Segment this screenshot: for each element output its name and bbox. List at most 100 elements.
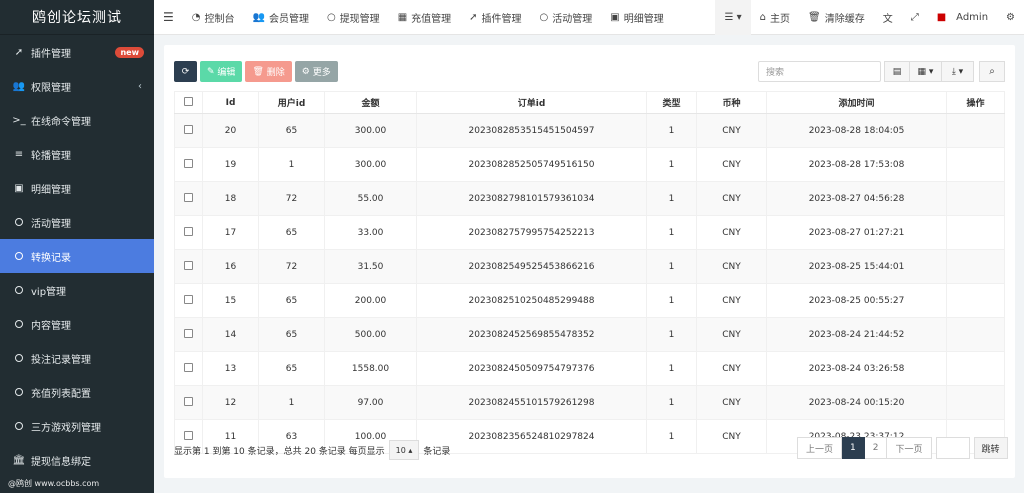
row-select-cell[interactable] bbox=[174, 181, 203, 216]
table-row[interactable]: 18 72 55.00 2023082798101579361034 1 CNY 2023-… bbox=[174, 181, 1005, 216]
cell-currency: CNY bbox=[696, 249, 767, 284]
search-button[interactable]: ⌕ bbox=[979, 61, 1005, 82]
next-page-button[interactable]: 下一页 bbox=[887, 437, 932, 459]
jump-button[interactable]: 跳转 bbox=[973, 437, 1008, 459]
refresh-button[interactable]: ⟳ bbox=[174, 61, 197, 82]
page-1-button[interactable]: 1 bbox=[842, 437, 865, 459]
col-id[interactable]: Id bbox=[202, 91, 259, 114]
col-currency[interactable]: 币种 bbox=[696, 91, 767, 114]
more-button[interactable]: ⚙ 更多 bbox=[294, 61, 338, 82]
sidebar-menu: ➚ 插件管理 new 👥 权限管理 ‹ >_ 在线命令管理 ≡ 轮播管理 ▣ 明细管理 活动管… bbox=[0, 35, 154, 477]
cell-order-id: 2023082757995754252213 bbox=[416, 215, 647, 250]
table-row[interactable]: 16 72 31.50 2023082549525453866216 1 CNY 2023-… bbox=[174, 249, 1005, 284]
sidebar-item-bets[interactable]: 投注记录管理 bbox=[0, 341, 154, 375]
row-select-cell[interactable] bbox=[174, 317, 203, 352]
language-button[interactable]: 文 bbox=[874, 0, 902, 35]
topbar-right: ☰ ▾ ⌂ 主页 🗑 清除缓存 文 ⤢ ■ Admin ⚙ bbox=[715, 0, 1024, 35]
columns-button[interactable]: ▦ ▾ bbox=[910, 61, 942, 82]
tab-plugins[interactable]: ➚ 插件管理 bbox=[460, 0, 530, 35]
export-button[interactable]: ⤓ ▾ bbox=[942, 61, 974, 82]
brand-title[interactable]: 鸥创论坛测试 bbox=[0, 0, 154, 35]
table-row[interactable]: 14 65 500.00 2023082452569855478352 1 CNY 2023… bbox=[174, 317, 1005, 352]
jump-page-input[interactable] bbox=[935, 437, 970, 459]
cell-type: 1 bbox=[646, 215, 697, 250]
table-row[interactable]: 19 1 300.00 2023082852505749516150 1 CNY 2023-… bbox=[174, 147, 1005, 182]
search-input[interactable]: 搜索 bbox=[758, 61, 881, 82]
sidebar-item-plugins[interactable]: ➚ 插件管理 new bbox=[0, 35, 154, 69]
sidebar-item-label: 投注记录管理 bbox=[31, 354, 91, 366]
row-checkbox[interactable] bbox=[184, 328, 193, 338]
row-checkbox[interactable] bbox=[184, 192, 193, 202]
sidebar-item-commands[interactable]: >_ 在线命令管理 bbox=[0, 103, 154, 137]
row-checkbox[interactable] bbox=[184, 158, 193, 168]
col-user-id[interactable]: 用户id bbox=[258, 91, 325, 114]
sidebar-item-activities[interactable]: 活动管理 bbox=[0, 205, 154, 239]
tab-details[interactable]: ▣ 明细管理 bbox=[601, 0, 672, 35]
prev-page-button[interactable]: 上一页 bbox=[797, 437, 843, 459]
row-checkbox[interactable] bbox=[184, 260, 193, 270]
sidebar-item-carousel[interactable]: ≡ 轮播管理 bbox=[0, 137, 154, 171]
row-checkbox[interactable] bbox=[184, 430, 193, 440]
table-row[interactable]: 15 65 200.00 2023082510250485299488 1 CNY 2023… bbox=[174, 283, 1005, 318]
table-icon: ▤ bbox=[892, 66, 902, 77]
pagination-summary: 显示第 1 到第 10 条记录，总共 20 条记录 每页显示 10 ▴ 条记录 bbox=[174, 440, 450, 460]
edit-button[interactable]: ✎ 编辑 bbox=[200, 61, 243, 82]
clear-cache-button[interactable]: 🗑 清除缓存 bbox=[799, 0, 874, 35]
col-created-at[interactable]: 添加时间 bbox=[766, 91, 947, 114]
row-select-cell[interactable] bbox=[174, 283, 203, 318]
select-all-cell[interactable] bbox=[174, 91, 203, 114]
sidebar-item-third-party-games[interactable]: 三方游戏列管理 bbox=[0, 409, 154, 443]
col-type[interactable]: 类型 bbox=[646, 91, 697, 114]
col-order-id[interactable]: 订单id bbox=[416, 91, 647, 114]
table-row[interactable]: 13 65 1558.00 2023082450509754797376 1 CNY 202… bbox=[174, 351, 1005, 386]
row-checkbox[interactable] bbox=[184, 226, 193, 236]
sidebar-item-details[interactable]: ▣ 明细管理 bbox=[0, 171, 154, 205]
table-row[interactable]: 12 1 97.00 2023082455101579261298 1 CNY 2023-0… bbox=[174, 385, 1005, 420]
sidebar-item-permissions[interactable]: 👥 权限管理 ‹ bbox=[0, 69, 154, 103]
page-size-select[interactable]: 10 ▴ bbox=[388, 440, 420, 460]
row-select-cell[interactable] bbox=[174, 113, 203, 148]
row-checkbox[interactable] bbox=[184, 124, 193, 134]
cell-id: 20 bbox=[202, 113, 259, 148]
tab-withdraw[interactable]: ○ 提现管理 bbox=[318, 0, 389, 35]
cell-currency: CNY bbox=[696, 215, 767, 250]
fullscreen-button[interactable]: ⤢ bbox=[902, 0, 928, 35]
row-checkbox[interactable] bbox=[184, 362, 193, 372]
toggle-view-button[interactable]: ▤ bbox=[884, 61, 910, 82]
sidebar-item-content[interactable]: 内容管理 bbox=[0, 307, 154, 341]
row-select-cell[interactable] bbox=[174, 147, 203, 182]
tab-members[interactable]: 👥 会员管理 bbox=[244, 0, 318, 35]
circle-icon bbox=[12, 252, 26, 260]
row-checkbox[interactable] bbox=[184, 294, 193, 304]
calendar-icon: ▣ bbox=[610, 11, 620, 23]
cell-type: 1 bbox=[646, 147, 697, 182]
row-select-cell[interactable] bbox=[174, 385, 203, 420]
table-row[interactable]: 17 65 33.00 2023082757995754252213 1 CNY 2023-… bbox=[174, 215, 1005, 250]
cell-actions bbox=[946, 317, 1005, 352]
tab-dashboard[interactable]: ◔ 控制台 bbox=[183, 0, 244, 35]
sidebar-item-withdraw-binding[interactable]: 🏛 提现信息绑定 bbox=[0, 443, 154, 477]
menu-toggle-button[interactable]: ☰ bbox=[154, 0, 183, 35]
row-checkbox[interactable] bbox=[184, 396, 193, 406]
settings-button[interactable]: ⚙ bbox=[997, 0, 1024, 35]
table-row[interactable]: 20 65 300.00 2023082853515451504597 1 CNY 2023… bbox=[174, 113, 1005, 148]
sidebar-item-label: 内容管理 bbox=[31, 320, 71, 332]
cell-amount: 31.50 bbox=[324, 249, 417, 284]
nav-dropdown-button[interactable]: ☰ ▾ bbox=[715, 0, 751, 35]
cell-user-id: 65 bbox=[258, 113, 325, 148]
select-all-checkbox[interactable] bbox=[184, 96, 193, 106]
delete-button[interactable]: 🗑 删除 bbox=[245, 61, 292, 82]
tab-recharge[interactable]: ▦ 充值管理 bbox=[389, 0, 460, 35]
row-select-cell[interactable] bbox=[174, 249, 203, 284]
sidebar-item-conversion-records[interactable]: 转换记录 bbox=[0, 239, 154, 273]
row-select-cell[interactable] bbox=[174, 351, 203, 386]
col-amount[interactable]: 金额 bbox=[324, 91, 417, 114]
user-menu[interactable]: ■ Admin bbox=[928, 0, 997, 35]
row-select-cell[interactable] bbox=[174, 215, 203, 250]
sidebar-item-recharge-config[interactable]: 充值列表配置 bbox=[0, 375, 154, 409]
page-2-button[interactable]: 2 bbox=[864, 437, 888, 459]
home-link[interactable]: ⌂ 主页 bbox=[751, 0, 799, 35]
tab-activities[interactable]: ○ 活动管理 bbox=[531, 0, 602, 35]
col-actions: 操作 bbox=[946, 91, 1005, 114]
sidebar-item-vip[interactable]: vip管理 bbox=[0, 273, 154, 307]
